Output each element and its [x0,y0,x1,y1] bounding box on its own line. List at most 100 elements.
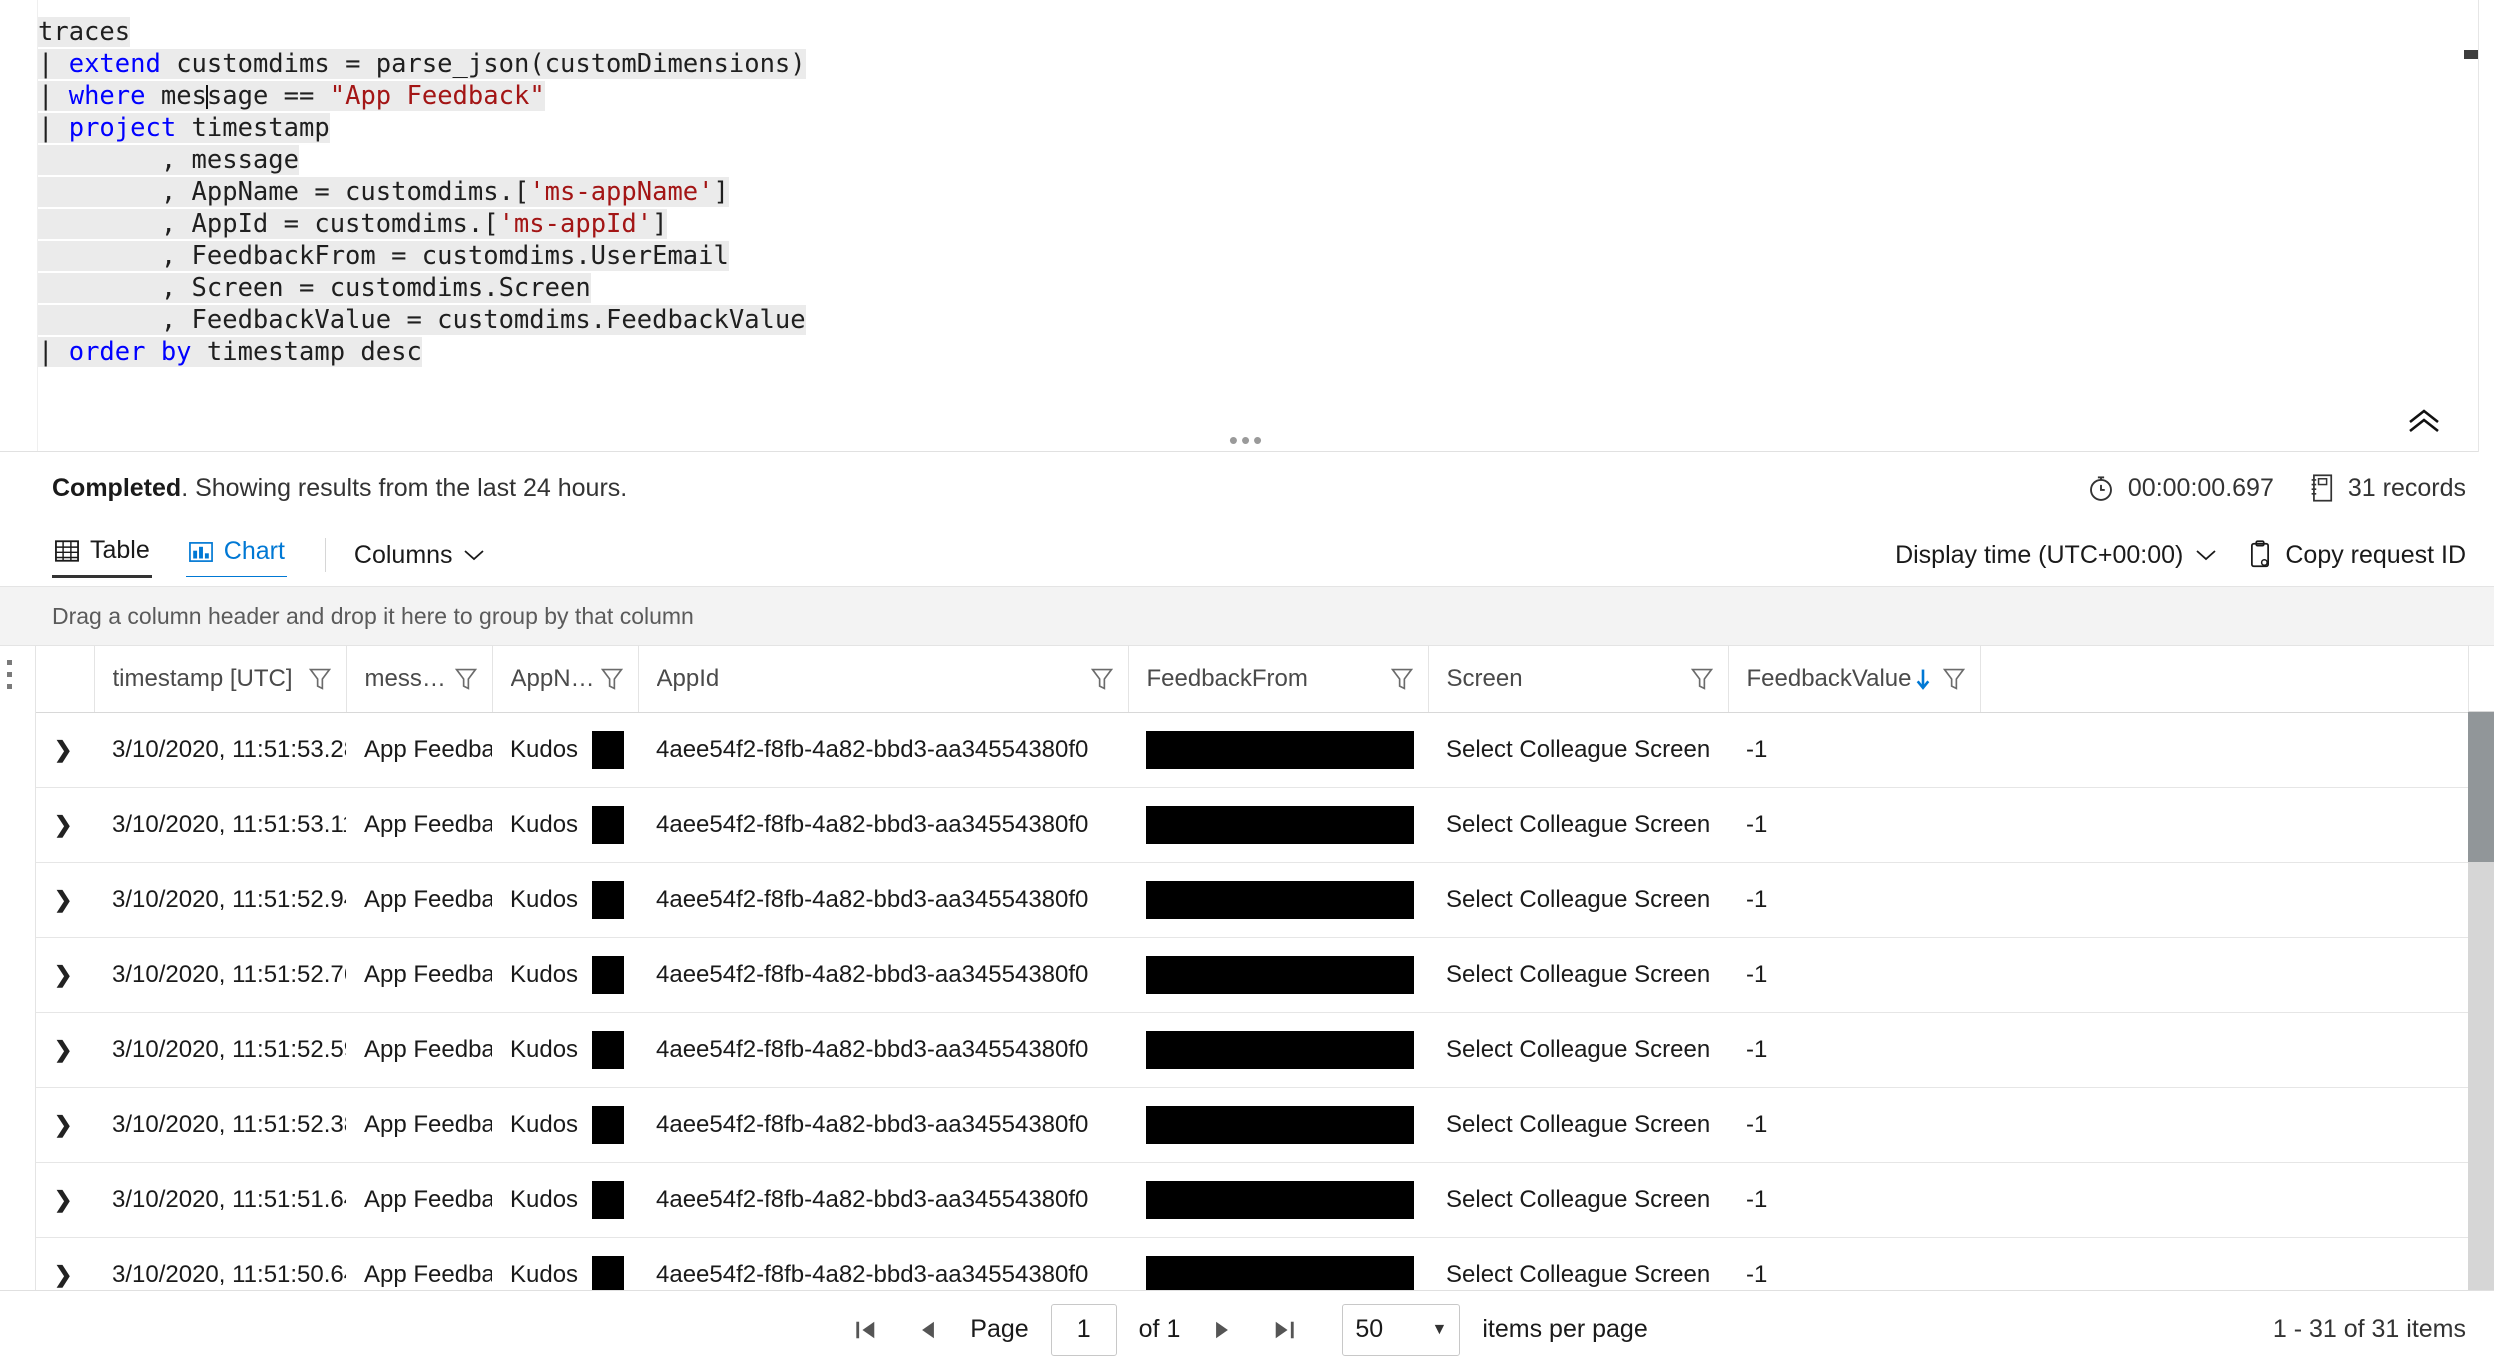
text-caret [205,85,208,109]
code-token: timestamp desc [191,337,422,367]
filter-funnel-icon[interactable] [1090,666,1114,692]
table-icon [54,538,80,564]
column-header-feedbackfrom[interactable]: FeedbackFrom [1128,646,1429,713]
cell-appid-text: 4aee54f2-f8fb-4a82-bbd3-aa34554380f0 [656,1260,1089,1288]
table-row[interactable]: ❯ 3/10/2020, 11:51:52.942 AM App Feedback K… [36,862,2494,938]
table-row[interactable]: ❯ 3/10/2020, 11:51:53.110 AM App Feedback K… [36,787,2494,863]
display-time-dropdown[interactable]: Display time (UTC+00:00) [1895,541,2217,570]
table-row[interactable]: ❯ 3/10/2020, 11:51:52.766 AM App Feedback K… [36,937,2494,1013]
kql-query-text[interactable]: traces | extend customdims = parse_json(c… [38,16,2494,368]
page-last-icon[interactable] [1264,1310,1304,1350]
code-token: traces [38,17,131,47]
cell-message: App Feedback [346,937,492,1013]
chevron-right-icon[interactable]: ❯ [54,962,72,988]
cell-feedbackfrom [1128,1162,1428,1238]
code-line: traces [38,16,2494,48]
editor-scroll-thumb[interactable] [2464,50,2478,59]
table-row[interactable]: ❯ 3/10/2020, 11:51:53.284 AM App Feedback K… [36,712,2494,788]
cell-feedbackfrom [1128,1012,1428,1088]
filter-funnel-icon[interactable] [1690,666,1714,692]
chevron-right-icon[interactable]: ❯ [54,1262,72,1288]
cell-timestamp-text: 3/10/2020, 11:51:53.110 AM [112,810,346,838]
chevron-right-icon[interactable]: ❯ [54,1187,72,1213]
row-expand-toggle[interactable]: ❯ [36,1012,94,1088]
code-token: order by [68,337,192,367]
redaction-block [1146,880,1414,919]
chevron-right-icon[interactable]: ❯ [54,737,72,763]
page-prev-icon[interactable] [908,1310,948,1350]
cell-message-text: App Feedback [364,960,492,988]
page-next-icon[interactable] [1202,1310,1242,1350]
redaction-block [1146,1105,1414,1144]
chevron-right-icon[interactable]: ❯ [54,1112,72,1138]
row-expand-toggle[interactable]: ❯ [36,862,94,938]
cell-appname: Kudos [492,1087,638,1163]
column-header-timestamp-utc[interactable]: timestamp [UTC] [94,646,347,713]
chevron-right-icon[interactable]: ❯ [54,887,72,913]
items-per-page-label: items per page [1482,1315,1648,1343]
column-header-appid[interactable]: AppId [638,646,1129,713]
page-size-select[interactable]: 50 ▼ [1342,1303,1461,1356]
filter-funnel-icon[interactable] [600,666,624,692]
group-by-hint: Drag a column header and drop it here to… [52,602,694,629]
query-code-area[interactable]: traces | extend customdims = parse_json(c… [38,0,2494,451]
code-line: , FeedbackFrom = customdims.UserEmail [38,240,2494,272]
column-header-appname[interactable]: AppName [492,646,639,713]
filter-funnel-icon[interactable] [308,666,332,692]
column-header-screen[interactable]: Screen [1428,646,1729,713]
cell-appname: Kudos [492,787,638,863]
row-expand-toggle[interactable]: ❯ [36,937,94,1013]
cell-appid-text: 4aee54f2-f8fb-4a82-bbd3-aa34554380f0 [656,810,1089,838]
cell-timestamp: 3/10/2020, 11:51:53.110 AM [94,787,346,863]
code-line: , Screen = customdims.Screen [38,272,2494,304]
table-row[interactable]: ❯ 3/10/2020, 11:51:51.646 AM App Feedback K… [36,1162,2494,1238]
cell-feedbackfrom [1128,1087,1428,1163]
redaction-block [592,1030,624,1069]
editor-vertical-scrollbar[interactable] [2464,0,2478,452]
redaction-block [1146,730,1414,769]
table-row[interactable]: ❯ 3/10/2020, 11:51:52.380 AM App Feedback K… [36,1087,2494,1163]
code-line: , message [38,144,2494,176]
filter-funnel-icon[interactable] [454,666,478,692]
cell-appid-text: 4aee54f2-f8fb-4a82-bbd3-aa34554380f0 [656,960,1089,988]
grid-vertical-scrollbar[interactable] [2468,712,2494,1290]
code-token: "App Feedback" [329,81,545,111]
cell-appid: 4aee54f2-f8fb-4a82-bbd3-aa34554380f0 [638,712,1128,788]
chevron-right-icon[interactable]: ❯ [54,1037,72,1063]
code-token: | [38,49,69,79]
column-header-message[interactable]: message [346,646,493,713]
tab-chart[interactable]: Chart [185,533,287,577]
page-first-icon[interactable] [846,1310,886,1350]
cell-appid-text: 4aee54f2-f8fb-4a82-bbd3-aa34554380f0 [656,1035,1089,1063]
page-number-input[interactable] [1050,1303,1117,1356]
column-header-feedbackvalue[interactable]: FeedbackValue [1728,646,1981,713]
columns-dropdown[interactable]: Columns [354,541,485,570]
chevron-right-icon[interactable]: ❯ [54,812,72,838]
code-token: | [38,337,69,367]
grid-options-dots-icon[interactable] [7,660,12,689]
group-by-dropzone[interactable]: Drag a column header and drop it here to… [0,586,2494,646]
filter-funnel-icon[interactable] [1942,666,1966,692]
row-expand-toggle[interactable]: ❯ [36,1087,94,1163]
table-row[interactable]: ❯ 3/10/2020, 11:51:52.590 AM App Feedback K… [36,1012,2494,1088]
cell-message: App Feedback [346,1162,492,1238]
cell-screen: Select Colleague Screen [1428,1162,1728,1238]
sort-descending-arrow-icon[interactable] [1914,666,1932,692]
cell-timestamp: 3/10/2020, 11:51:52.942 AM [94,862,346,938]
table-row[interactable]: ❯ 3/10/2020, 11:51:50.640 AM App Feedback K… [36,1237,2494,1290]
cell-screen-text: Select Colleague Screen [1446,1035,1711,1063]
results-table: timestamp [UTC] message AppName AppId Feedba… [36,646,2494,1290]
record-count-value: 31 records [2347,473,2466,502]
copy-request-id-button[interactable]: Copy request ID [2247,540,2466,570]
row-expand-toggle[interactable]: ❯ [36,787,94,863]
row-expand-toggle[interactable]: ❯ [36,712,94,788]
table-header-row: timestamp [UTC] message AppName AppId Feedba… [36,646,2494,713]
column-header-spacer [1980,646,2494,713]
row-expand-toggle[interactable]: ❯ [36,1237,94,1290]
filter-funnel-icon[interactable] [1390,666,1414,692]
editor-resize-handle[interactable]: ••• [0,427,2494,453]
grid-scroll-thumb[interactable] [2468,712,2494,862]
row-expand-toggle[interactable]: ❯ [36,1162,94,1238]
tab-table[interactable]: Table [52,532,152,578]
code-token: , AppName = customdims.[ [38,177,530,207]
